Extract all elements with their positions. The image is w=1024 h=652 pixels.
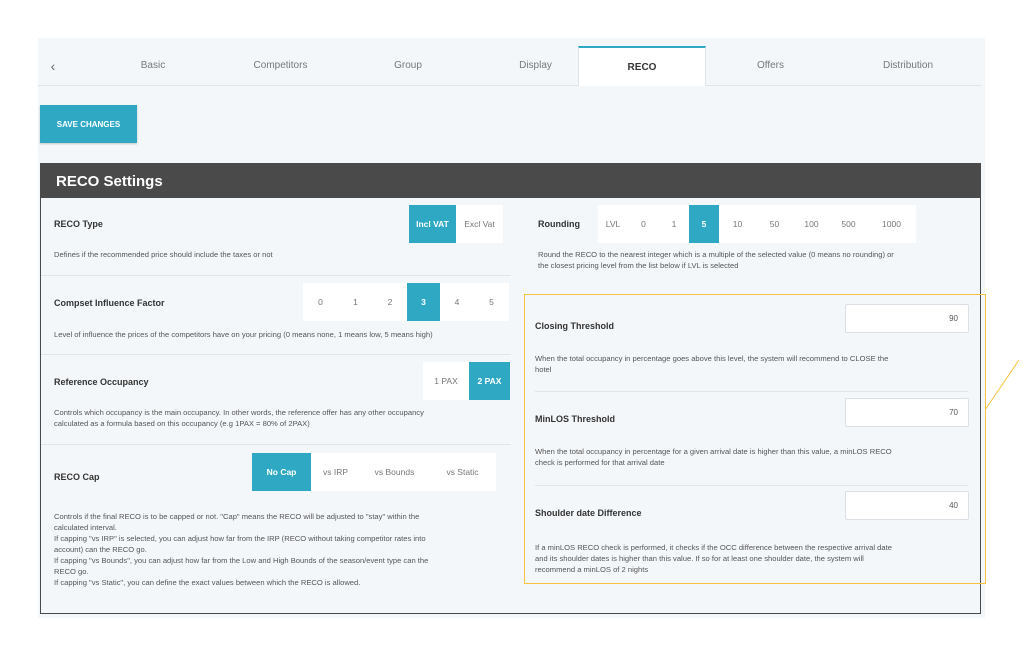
- reference-occupancy-description-1: Controls which occupancy is the main occ…: [54, 408, 424, 417]
- reco-type-option-incl-vat[interactable]: Incl VAT: [409, 205, 456, 243]
- reco-type-toggle: Incl VAT Excl Vat: [409, 205, 503, 243]
- compset-option-1[interactable]: 1: [338, 283, 373, 321]
- reco-cap-option-vs-static[interactable]: vs Static: [429, 453, 496, 491]
- reco-cap-row: RECO Cap No Cap vs IRP vs Bounds vs Stat…: [41, 445, 511, 610]
- reco-cap-description-line: If capping "vs Bounds", you can adjust h…: [54, 556, 429, 565]
- rounding-option-0[interactable]: 0: [628, 205, 659, 243]
- reco-cap-selector: No Cap vs IRP vs Bounds vs Static: [252, 453, 496, 491]
- rounding-option-100[interactable]: 100: [793, 205, 830, 243]
- tab-competitors[interactable]: Competitors: [238, 46, 323, 85]
- reference-occupancy-row: Reference Occupancy 1 PAX 2 PAX Controls…: [41, 355, 511, 445]
- rounding-option-5[interactable]: 5: [689, 205, 719, 243]
- rounding-row: Rounding LVL 0 1 5 10 50 100 500 1000 Ro…: [525, 198, 972, 288]
- tab-reco[interactable]: RECO: [578, 46, 706, 86]
- reco-cap-description-line: calculated interval.: [54, 523, 117, 532]
- reco-type-row: RECO Type Incl VAT Excl Vat Defines if t…: [41, 198, 511, 276]
- save-changes-button[interactable]: SAVE CHANGES: [40, 105, 137, 143]
- reco-cap-description-line: Controls if the final RECO is to be capp…: [54, 512, 420, 521]
- reference-occupancy-option-2pax[interactable]: 2 PAX: [469, 362, 510, 400]
- compset-option-0[interactable]: 0: [303, 283, 338, 321]
- reco-cap-description-line: RECO go.: [54, 567, 89, 576]
- tab-display[interactable]: Display: [493, 46, 578, 85]
- settings-frame: ‹ Basic Competitors Group Display RECO O…: [38, 38, 986, 618]
- rounding-description-1: Round the RECO to the nearest integer wh…: [538, 250, 894, 259]
- compset-option-5[interactable]: 5: [474, 283, 509, 321]
- rounding-option-500[interactable]: 500: [830, 205, 867, 243]
- reference-occupancy-option-1pax[interactable]: 1 PAX: [423, 362, 469, 400]
- highlight-box: [524, 294, 986, 584]
- rounding-option-1[interactable]: 1: [659, 205, 689, 243]
- compset-option-2[interactable]: 2: [373, 283, 407, 321]
- reco-type-label: RECO Type: [54, 219, 103, 229]
- rounding-selector: LVL 0 1 5 10 50 100 500 1000: [598, 205, 916, 243]
- reco-cap-description-line: If capping "vs IRP" is selected, you can…: [54, 534, 426, 543]
- chevron-left-icon[interactable]: ‹: [38, 46, 68, 85]
- reco-type-description: Defines if the recommended price should …: [54, 250, 273, 259]
- panel-title: RECO Settings: [41, 164, 980, 198]
- reco-type-option-excl-vat[interactable]: Excl Vat: [456, 205, 503, 243]
- compset-option-3[interactable]: 3: [407, 283, 440, 321]
- reco-cap-option-vs-irp[interactable]: vs IRP: [311, 453, 360, 491]
- reco-cap-label: RECO Cap: [54, 472, 100, 482]
- rounding-description-2: the closest pricing level from the list …: [538, 261, 739, 270]
- reco-cap-description-line: account) can the RECO go.: [54, 545, 147, 554]
- tab-basic[interactable]: Basic: [68, 46, 238, 85]
- compset-description: Level of influence the prices of the com…: [54, 330, 433, 339]
- tab-bar: ‹ Basic Competitors Group Display RECO O…: [38, 46, 981, 86]
- tab-distribution[interactable]: Distribution: [835, 46, 981, 85]
- compset-selector: 0 1 2 3 4 5: [303, 283, 509, 321]
- compset-option-4[interactable]: 4: [440, 283, 474, 321]
- reco-cap-option-vs-bounds[interactable]: vs Bounds: [360, 453, 429, 491]
- rounding-option-1000[interactable]: 1000: [867, 205, 916, 243]
- reco-cap-description-line: If capping "vs Static", you can define t…: [54, 578, 361, 587]
- reference-occupancy-description-2: calculated as a formula based on this oc…: [54, 419, 310, 428]
- reference-occupancy-label: Reference Occupancy: [54, 377, 149, 387]
- reference-occupancy-toggle: 1 PAX 2 PAX: [423, 362, 510, 400]
- reco-cap-option-no-cap[interactable]: No Cap: [252, 453, 311, 491]
- rounding-option-10[interactable]: 10: [719, 205, 756, 243]
- compset-row: Compset Influence Factor 0 1 2 3 4 5 Lev…: [41, 276, 511, 355]
- tab-offers[interactable]: Offers: [706, 46, 835, 85]
- rounding-option-50[interactable]: 50: [756, 205, 793, 243]
- compset-label: Compset Influence Factor: [54, 298, 165, 308]
- rounding-option-lvl[interactable]: LVL: [598, 205, 628, 243]
- rounding-label: Rounding: [538, 219, 580, 229]
- tab-group[interactable]: Group: [323, 46, 493, 85]
- callout-bracket: [985, 360, 1019, 411]
